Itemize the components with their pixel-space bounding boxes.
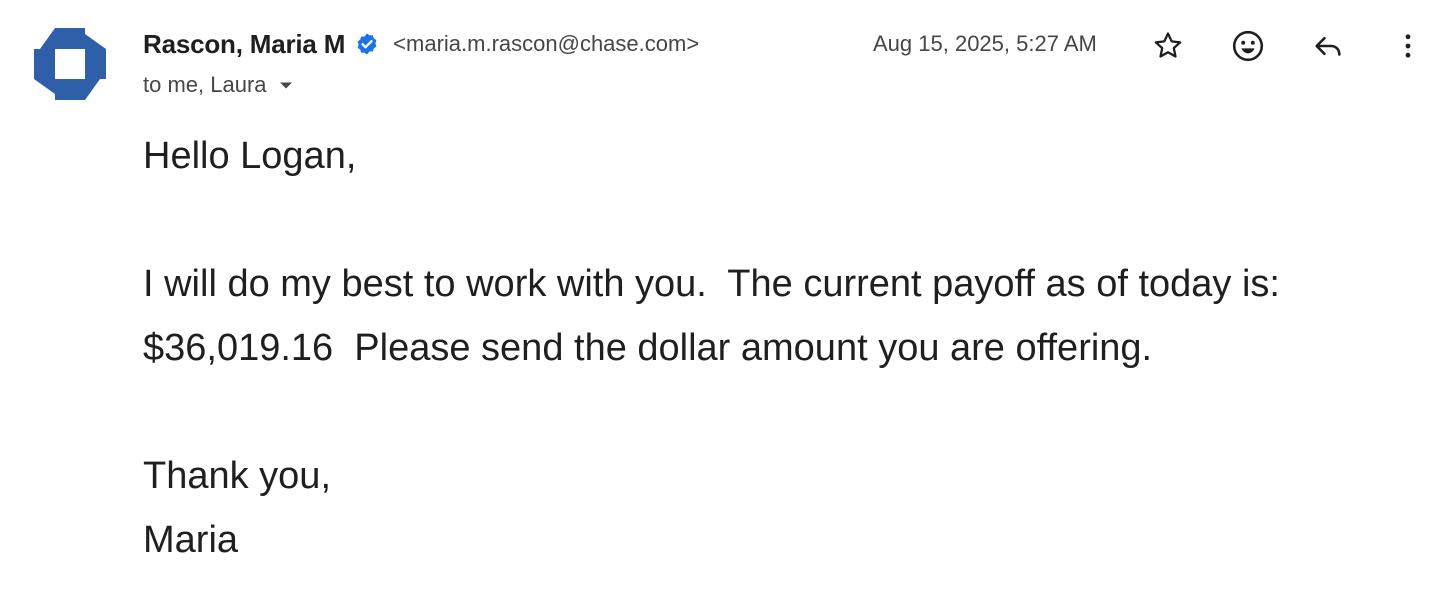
email-greeting: Hello Logan, <box>143 135 357 177</box>
star-icon <box>1154 32 1182 58</box>
email-body: Hello Logan, I will do my best to work w… <box>143 124 1403 572</box>
more-options-button[interactable] <box>1388 26 1428 66</box>
recipients-toggle[interactable]: to me, Laura <box>143 70 299 100</box>
email-date: Aug 15, 2025, 5:27 AM <box>873 31 1097 56</box>
email-signature: Maria <box>143 519 239 561</box>
reply-icon <box>1315 36 1341 56</box>
sender-line: Rascon, Maria M <maria.m.rascon@chase.co… <box>143 26 699 62</box>
recipients-text: to me, Laura <box>143 72 267 97</box>
more-vert-icon <box>1405 34 1411 58</box>
email-paragraph: I will do my best to work with you. The … <box>143 263 1302 369</box>
emoji-reaction-icon <box>1232 30 1264 62</box>
reply-button[interactable] <box>1308 26 1348 66</box>
star-button[interactable] <box>1148 26 1188 66</box>
chase-logo-icon <box>34 28 106 100</box>
caret-down-icon[interactable] <box>273 72 299 98</box>
add-reaction-button[interactable] <box>1228 26 1268 66</box>
verified-badge-icon <box>355 32 379 56</box>
email-header: Rascon, Maria M <maria.m.rascon@chase.co… <box>143 26 1428 106</box>
sender-name[interactable]: Rascon, Maria M <box>143 29 345 60</box>
sender-email: <maria.m.rascon@chase.com> <box>393 31 700 56</box>
sender-avatar[interactable] <box>34 28 106 100</box>
email-closing: Thank you, <box>143 455 331 497</box>
